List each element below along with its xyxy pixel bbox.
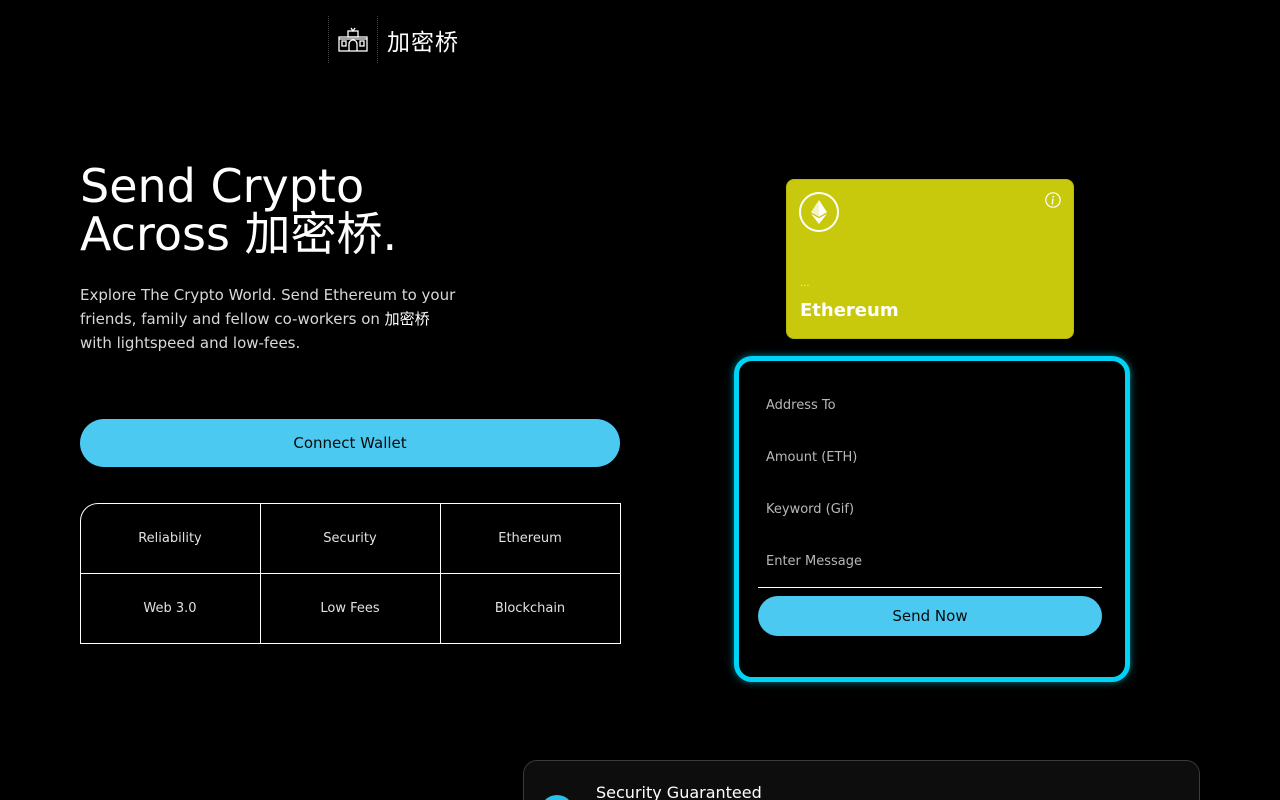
feature-ethereum: Ethereum xyxy=(439,502,621,574)
feature-web3: Web 3.0 xyxy=(79,572,261,644)
info-icon[interactable] xyxy=(1045,192,1061,208)
address-input[interactable] xyxy=(758,387,1102,423)
feature-low-fees: Low Fees xyxy=(259,572,441,644)
message-input[interactable] xyxy=(758,543,1102,579)
send-form: Send Now xyxy=(734,356,1130,682)
shield-icon xyxy=(540,795,574,800)
brand-name: 加密桥 xyxy=(387,29,459,56)
bridge-gate-icon xyxy=(328,16,378,63)
hero-description-brand: 加密桥 xyxy=(384,310,430,328)
connect-wallet-button[interactable]: Connect Wallet xyxy=(80,419,620,467)
ethereum-icon xyxy=(799,192,839,232)
network-name: Ethereum xyxy=(800,300,899,321)
page: 加密桥 Send Crypto Across 加密桥. Explore The … xyxy=(0,0,1280,800)
wallet-address: ... xyxy=(800,278,810,289)
ethereum-card: ... Ethereum xyxy=(786,179,1074,339)
keyword-input[interactable] xyxy=(758,491,1102,527)
hero-title-line-1: Send Crypto xyxy=(80,159,365,213)
send-now-button[interactable]: Send Now xyxy=(758,596,1102,636)
feature-security: Security xyxy=(259,502,441,574)
hero-description-part-2: with lightspeed and low-fees. xyxy=(80,334,301,352)
hero-title: Send Crypto Across 加密桥. xyxy=(80,162,600,258)
site-logo[interactable]: 加密桥 xyxy=(328,16,459,63)
service-title: Security Guaranteed xyxy=(596,783,762,800)
feature-reliability: Reliability xyxy=(79,502,261,574)
hero-description: Explore The Crypto World. Send Ethereum … xyxy=(80,283,465,355)
hero-title-line-2: Across 加密桥. xyxy=(80,207,398,261)
features-grid: Reliability Security Ethereum Web 3.0 Lo… xyxy=(79,502,621,644)
feature-blockchain: Blockchain xyxy=(439,572,621,644)
form-divider xyxy=(758,587,1102,588)
amount-input[interactable] xyxy=(758,439,1102,475)
service-card-security: Security Guaranteed xyxy=(523,760,1200,800)
